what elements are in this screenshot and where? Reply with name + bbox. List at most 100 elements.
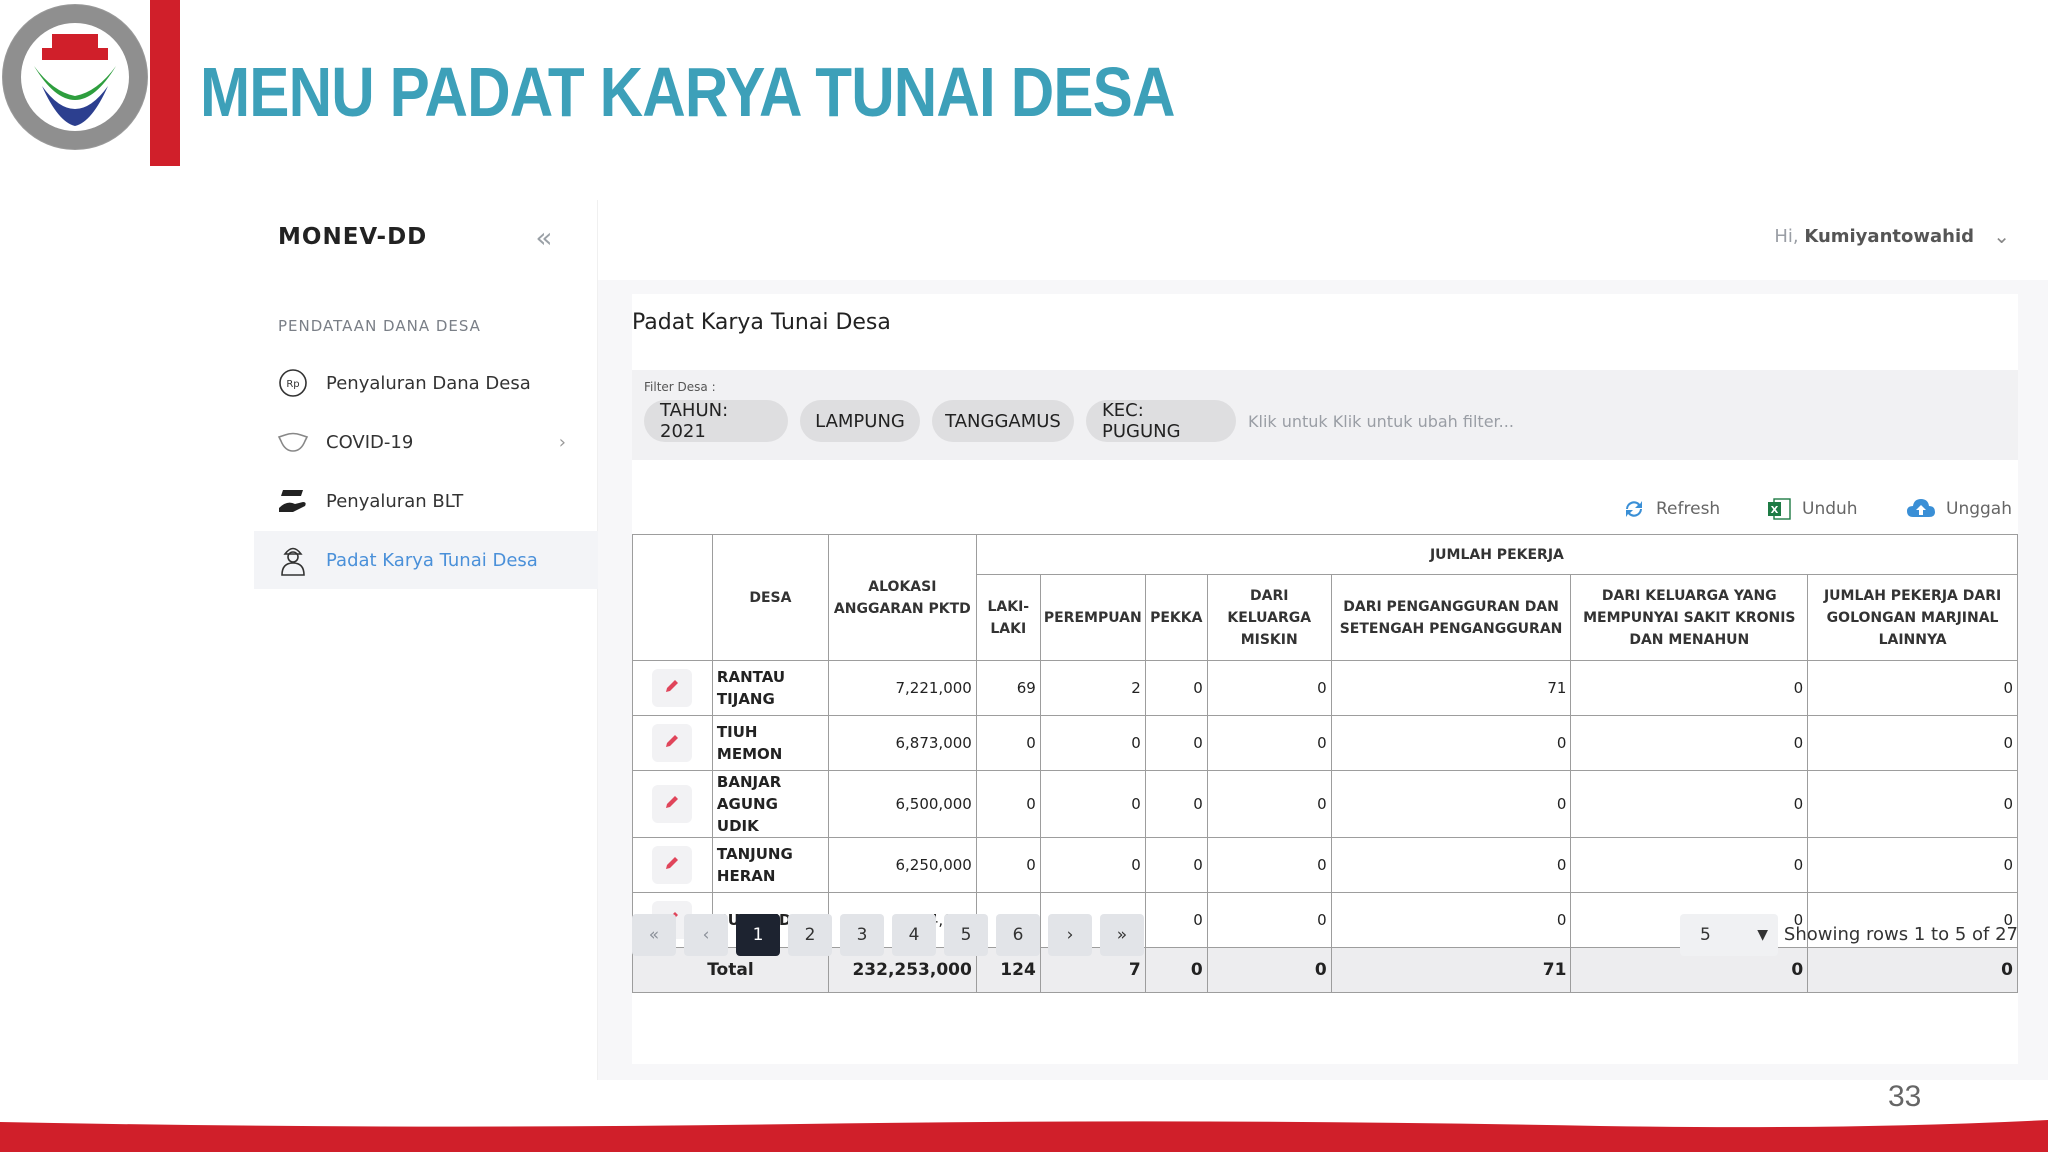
page-button-6[interactable]: 6 — [996, 914, 1040, 956]
cell-miskin: 0 — [1206, 770, 1332, 838]
last-page-button[interactable]: » — [1100, 914, 1144, 956]
edit-button[interactable] — [652, 846, 693, 884]
cell-sakit: 0 — [1570, 770, 1809, 838]
cell-perempuan: 2 — [1039, 660, 1146, 716]
edit-button[interactable] — [652, 785, 693, 823]
rupiah-icon: Rp — [276, 366, 310, 400]
slide-page-number: 33 — [1888, 1080, 1922, 1113]
page-button-1[interactable]: 1 — [736, 914, 780, 956]
cell-alokasi: 6,873,000 — [827, 715, 977, 771]
refresh-button[interactable]: Refresh — [1622, 494, 1720, 524]
cloud-upload-icon — [1906, 497, 1936, 521]
page-button-5[interactable]: 5 — [944, 914, 988, 956]
filter-chip-kecamatan[interactable]: KEC: PUGUNG — [1086, 400, 1236, 442]
page-button-2[interactable]: 2 — [788, 914, 832, 956]
cell-desa: RANTAU TIJANG — [711, 660, 829, 716]
cell-laki: 0 — [975, 715, 1041, 771]
collapse-sidebar-button[interactable]: « — [524, 220, 564, 256]
topbar: Hi, Kumiyantowahid ⌄ — [598, 200, 2048, 280]
svg-text:X: X — [1771, 505, 1779, 516]
sidebar-section-title: PENDATAAN DANA DESA — [278, 317, 481, 335]
rows-info: Showing rows 1 to 5 of 27 — [1783, 924, 2018, 945]
col-header-sakit: DARI KELUARGA YANG MEMPUNYAI SAKIT KRONI… — [1570, 574, 1809, 661]
cell-marjinal: 0 — [1807, 837, 2018, 893]
upload-button[interactable]: Unggah — [1906, 494, 2012, 524]
cell-perempuan: 0 — [1039, 770, 1146, 838]
sidebar-item-label: Padat Karya Tunai Desa — [326, 549, 538, 571]
pencil-icon — [663, 793, 681, 815]
app-window: MONEV-DD « PENDATAAN DANA DESA Rp Penyal… — [254, 200, 2048, 1080]
table-row: RANTAU TIJANG 7,221,000 69 2 0 0 71 0 0 — [632, 660, 2018, 716]
col-header-action — [632, 534, 713, 661]
col-header-pekka: PEKKA — [1144, 574, 1208, 661]
user-greeting[interactable]: Hi, Kumiyantowahid — [1774, 226, 1974, 247]
cell-pengangguran: 0 — [1330, 715, 1572, 771]
filter-label: Filter Desa : — [644, 380, 716, 394]
first-page-button[interactable]: « — [632, 914, 676, 956]
table-row: BANJAR AGUNG UDIK 6,500,000 0 0 0 0 0 0 … — [632, 770, 2018, 838]
filter-chip-kabupaten[interactable]: TANGGAMUS — [932, 400, 1074, 442]
cell-pengangguran: 71 — [1330, 660, 1572, 716]
sidebar-item-covid-19[interactable]: COVID-19 › — [254, 413, 598, 471]
page-button-3[interactable]: 3 — [840, 914, 884, 956]
next-page-button[interactable]: › — [1048, 914, 1092, 956]
cell-pengangguran: 0 — [1330, 837, 1572, 893]
filter-chip-tahun[interactable]: TAHUN: 2021 — [644, 400, 788, 442]
cell-alokasi: 7,221,000 — [827, 660, 977, 716]
pencil-icon — [663, 677, 681, 699]
excel-icon: X — [1766, 496, 1792, 522]
pagination: « ‹ 1 2 3 4 5 6 › » — [632, 914, 1152, 956]
rows-per-page-select[interactable]: 5 ▼ — [1680, 914, 1778, 956]
cell-laki: 0 — [975, 770, 1041, 838]
cell-pekka: 0 — [1144, 660, 1208, 716]
cell-desa: TIUH MEMON — [711, 715, 829, 771]
col-header-laki: LAKI-LAKI — [975, 574, 1041, 661]
cell-miskin: 0 — [1206, 715, 1332, 771]
slide-title: MENU PADAT KARYA TUNAI DESA — [200, 53, 1175, 131]
cell-pengangguran: 0 — [1330, 770, 1572, 838]
pencil-icon — [663, 854, 681, 876]
mask-icon — [276, 425, 310, 459]
cell-pekka: 0 — [1144, 715, 1208, 771]
cell-laki: 69 — [975, 660, 1041, 716]
rows-per-page-value: 5 — [1700, 925, 1711, 945]
chevron-down-icon[interactable]: ⌄ — [1993, 224, 2010, 248]
cell-total-miskin: 0 — [1206, 947, 1332, 993]
sidebar-item-penyaluran-dana-desa[interactable]: Rp Penyaluran Dana Desa — [254, 354, 598, 412]
edit-button[interactable] — [652, 724, 693, 762]
sidebar-item-label: Penyaluran Dana Desa — [326, 372, 531, 394]
download-label: Unduh — [1802, 499, 1858, 519]
prev-page-button[interactable]: ‹ — [684, 914, 728, 956]
table-row: TIUH MEMON 6,873,000 0 0 0 0 0 0 0 — [632, 715, 2018, 771]
sidebar-item-label: Penyaluran BLT — [326, 490, 464, 512]
cell-pekka: 0 — [1144, 892, 1208, 948]
ministry-logo — [2, 4, 148, 150]
refresh-icon — [1622, 497, 1646, 521]
hand-money-icon — [276, 484, 310, 518]
cell-perempuan: 0 — [1039, 715, 1146, 771]
cell-laki: 0 — [975, 837, 1041, 893]
col-header-pengangguran: DARI PENGANGGURAN DAN SETENGAH PENGANGGU… — [1330, 574, 1572, 661]
cell-pekka: 0 — [1144, 837, 1208, 893]
filter-chip-provinsi[interactable]: LAMPUNG — [800, 400, 920, 442]
edit-button[interactable] — [652, 669, 693, 707]
refresh-label: Refresh — [1656, 499, 1721, 519]
cell-total-pengangguran: 71 — [1330, 947, 1572, 993]
page-title: Padat Karya Tunai Desa — [632, 310, 891, 335]
col-header-desa: DESA — [711, 534, 829, 661]
filter-bar[interactable]: Filter Desa : TAHUN: 2021 LAMPUNG TANGGA… — [632, 370, 2018, 460]
username: Kumiyantowahid — [1804, 226, 1974, 247]
filter-hint[interactable]: Klik untuk Klik untuk ubah filter... — [1248, 412, 1514, 431]
sidebar-item-padat-karya[interactable]: Padat Karya Tunai Desa — [254, 531, 598, 589]
chevron-right-icon: › — [558, 431, 566, 453]
chevron-down-icon: ▼ — [1757, 927, 1768, 943]
col-header-jumlah-pekerja: JUMLAH PEKERJA — [975, 534, 2019, 575]
header-red-bar — [150, 0, 180, 166]
cell-total-marjinal: 0 — [1807, 947, 2018, 993]
cell-pengangguran: 0 — [1330, 892, 1572, 948]
download-button[interactable]: X Unduh — [1766, 494, 1858, 524]
page-button-4[interactable]: 4 — [892, 914, 936, 956]
sidebar-item-penyaluran-blt[interactable]: Penyaluran BLT — [254, 472, 598, 530]
content-card: Padat Karya Tunai Desa Filter Desa : TAH… — [632, 294, 2019, 1064]
cell-sakit: 0 — [1570, 715, 1809, 771]
